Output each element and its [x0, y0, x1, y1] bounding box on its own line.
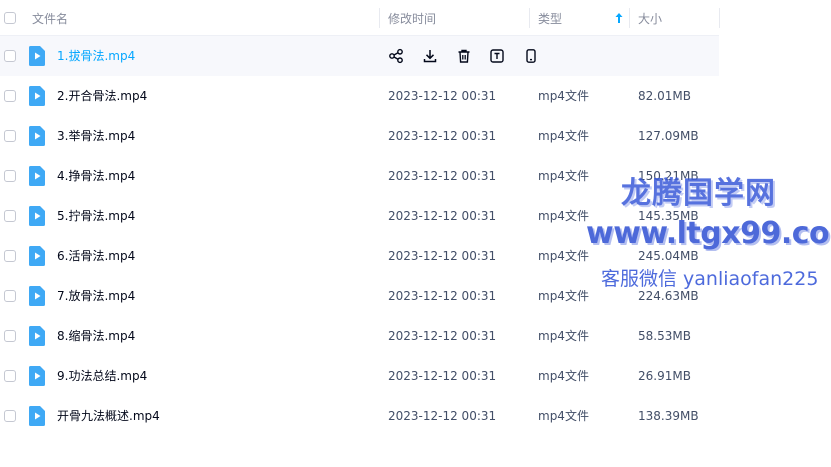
text-icon[interactable]	[488, 47, 506, 65]
file-name[interactable]: 2.开合骨法.mp4	[57, 76, 147, 116]
file-modified-time: 2023-12-12 00:31	[388, 369, 497, 383]
sort-ascending-icon[interactable]	[614, 11, 624, 25]
video-file-icon	[29, 126, 45, 146]
file-row[interactable]: 6.活骨法.mp4 2023-12-12 00:31 mp4文件 245.04MB	[0, 236, 719, 276]
row-checkbox[interactable]	[4, 90, 16, 102]
file-row[interactable]: 7.放骨法.mp4 2023-12-12 00:31 mp4文件 224.63MB	[0, 276, 719, 316]
file-type: mp4文件	[538, 169, 589, 183]
file-type: mp4文件	[538, 329, 589, 343]
file-type: mp4文件	[538, 89, 589, 103]
column-separator[interactable]	[629, 8, 630, 28]
delete-icon[interactable]	[455, 47, 473, 65]
file-size: 82.01MB	[638, 89, 691, 103]
column-header-size[interactable]: 大小	[638, 0, 662, 36]
file-modified-time: 2023-12-12 00:31	[388, 289, 497, 303]
row-checkbox[interactable]	[4, 210, 16, 222]
row-checkbox[interactable]	[4, 330, 16, 342]
file-size: 224.63MB	[638, 289, 699, 303]
video-file-icon	[29, 326, 45, 346]
file-type: mp4文件	[538, 369, 589, 383]
file-size: 58.53MB	[638, 329, 691, 343]
column-separator[interactable]	[719, 8, 720, 28]
row-checkbox[interactable]	[4, 50, 16, 62]
file-list-header: 文件名 修改时间 类型 大小	[0, 0, 720, 36]
file-row[interactable]: 5.拧骨法.mp4 2023-12-12 00:31 mp4文件 145.35MB	[0, 196, 719, 236]
share-icon[interactable]	[387, 47, 405, 65]
file-type: mp4文件	[538, 129, 589, 143]
file-row[interactable]: 4.挣骨法.mp4 2023-12-12 00:31 mp4文件 150.21MB	[0, 156, 719, 196]
row-checkbox[interactable]	[4, 370, 16, 382]
file-row[interactable]: 1.拔骨法.mp4	[0, 36, 719, 76]
file-name[interactable]: 9.功法总结.mp4	[57, 356, 147, 396]
video-file-icon	[29, 46, 45, 66]
file-row[interactable]: 9.功法总结.mp4 2023-12-12 00:31 mp4文件 26.91MB	[0, 356, 719, 396]
file-name[interactable]: 6.活骨法.mp4	[57, 236, 135, 276]
video-file-icon	[29, 86, 45, 106]
video-file-icon	[29, 286, 45, 306]
file-size: 127.09MB	[638, 129, 699, 143]
file-modified-time: 2023-12-12 00:31	[388, 209, 497, 223]
file-size: 138.39MB	[638, 409, 699, 423]
file-name[interactable]: 8.缩骨法.mp4	[57, 316, 135, 356]
file-modified-time: 2023-12-12 00:31	[388, 89, 497, 103]
video-file-icon	[29, 366, 45, 386]
row-checkbox[interactable]	[4, 290, 16, 302]
video-file-icon	[29, 166, 45, 186]
file-row[interactable]: 3.举骨法.mp4 2023-12-12 00:31 mp4文件 127.09MB	[0, 116, 719, 156]
file-name[interactable]: 4.挣骨法.mp4	[57, 156, 135, 196]
column-separator[interactable]	[529, 8, 530, 28]
row-checkbox[interactable]	[4, 170, 16, 182]
column-header-name[interactable]: 文件名	[32, 0, 68, 36]
row-checkbox[interactable]	[4, 410, 16, 422]
file-modified-time: 2023-12-12 00:31	[388, 169, 497, 183]
video-file-icon	[29, 206, 45, 226]
file-name[interactable]: 1.拔骨法.mp4	[57, 36, 135, 76]
column-separator[interactable]	[379, 8, 380, 28]
file-modified-time: 2023-12-12 00:31	[388, 329, 497, 343]
file-modified-time: 2023-12-12 00:31	[388, 249, 497, 263]
file-row[interactable]: 开骨九法概述.mp4 2023-12-12 00:31 mp4文件 138.39MB	[0, 396, 719, 436]
select-all-checkbox[interactable]	[4, 12, 16, 24]
video-file-icon	[29, 246, 45, 266]
file-size: 245.04MB	[638, 249, 699, 263]
file-size: 150.21MB	[638, 169, 699, 183]
file-name[interactable]: 开骨九法概述.mp4	[57, 396, 160, 436]
download-icon[interactable]	[421, 47, 439, 65]
file-size: 145.35MB	[638, 209, 699, 223]
file-type: mp4文件	[538, 289, 589, 303]
file-name[interactable]: 3.举骨法.mp4	[57, 116, 135, 156]
row-checkbox[interactable]	[4, 130, 16, 142]
file-name[interactable]: 5.拧骨法.mp4	[57, 196, 135, 236]
file-type: mp4文件	[538, 409, 589, 423]
file-modified-time: 2023-12-12 00:31	[388, 129, 497, 143]
file-name[interactable]: 7.放骨法.mp4	[57, 276, 135, 316]
column-header-time[interactable]: 修改时间	[388, 0, 436, 36]
file-type: mp4文件	[538, 249, 589, 263]
row-checkbox[interactable]	[4, 250, 16, 262]
file-size: 26.91MB	[638, 369, 691, 383]
file-row[interactable]: 2.开合骨法.mp4 2023-12-12 00:31 mp4文件 82.01MB	[0, 76, 719, 116]
video-file-icon	[29, 406, 45, 426]
phone-icon[interactable]	[522, 47, 540, 65]
file-modified-time: 2023-12-12 00:31	[388, 409, 497, 423]
column-header-type[interactable]: 类型	[538, 0, 562, 36]
file-type: mp4文件	[538, 209, 589, 223]
file-row[interactable]: 8.缩骨法.mp4 2023-12-12 00:31 mp4文件 58.53MB	[0, 316, 719, 356]
